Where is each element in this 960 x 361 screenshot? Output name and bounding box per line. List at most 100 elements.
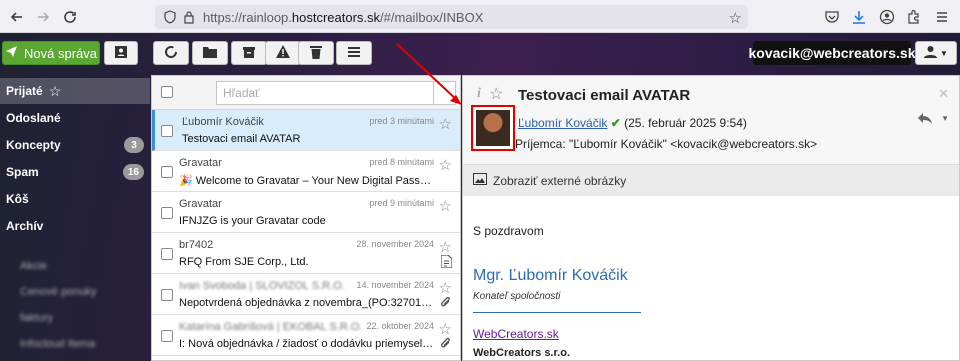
subfolder-item[interactable]: faktury: [20, 312, 53, 324]
chevron-down-icon[interactable]: ▼: [941, 114, 949, 123]
unread-count-badge: 16: [122, 164, 144, 180]
message-date: (25. február 2025 9:54): [624, 116, 747, 130]
pdf-icon: [440, 254, 453, 271]
refresh-button[interactable]: [153, 41, 189, 65]
message-checkbox[interactable]: [161, 289, 173, 301]
delete-button[interactable]: [298, 41, 334, 65]
message-from: br7402: [179, 239, 214, 251]
forward-icon[interactable]: [32, 6, 54, 28]
folder-label: Archív: [6, 219, 44, 233]
folder-icon: [203, 46, 217, 61]
search-box: [216, 81, 456, 105]
recipients-line: Príjemca: "Ľubomír Kováčik" <kovacik@web…: [515, 137, 818, 151]
message-date: 28. november 2024: [356, 239, 434, 249]
folder-sent[interactable]: Odoslané: [0, 105, 150, 131]
star-icon[interactable]: ☆: [439, 156, 452, 174]
warning-icon: [276, 45, 290, 61]
attachment-icon: [440, 337, 452, 353]
message-subject: Nepotvrdená objednávka z novembra_(PO:32…: [179, 297, 437, 309]
message-checkbox[interactable]: [161, 330, 173, 342]
compose-button[interactable]: Nová správa: [2, 41, 100, 65]
archive-button[interactable]: [231, 41, 267, 65]
message-list-header: [152, 76, 460, 110]
message-reader: i ☆ Testovaci email AVATAR ✕ Ľubomír Kov…: [462, 75, 960, 361]
subfolder-item[interactable]: Cenové ponuky: [20, 286, 96, 298]
message-row[interactable]: Katarína Gabrišová | EKOBAL S.R.O. 22. o…: [152, 315, 460, 356]
bookmark-star-icon[interactable]: ☆: [729, 9, 742, 27]
message-from: Ľubomír Kováčik: [182, 116, 264, 128]
back-icon[interactable]: [6, 6, 28, 28]
message-row[interactable]: Ľubomír Kováčik pred 3 minútami Testovac…: [152, 110, 460, 151]
message-list: Ľubomír Kováčik pred 3 minútami Testovac…: [151, 75, 461, 361]
subfolder-item[interactable]: Akcie: [20, 260, 47, 272]
message-row[interactable]: Gravatar pred 9 minútami IFNJZG is your …: [152, 192, 460, 233]
account-icon[interactable]: [877, 7, 897, 27]
contacts-button[interactable]: [104, 41, 138, 65]
verified-check-icon: ✔: [610, 116, 621, 130]
sender-name-link[interactable]: Ľubomír Kováčik: [518, 116, 607, 130]
signature-company: WebCreators s.r.o.: [473, 347, 570, 359]
folder-spam[interactable]: Spam 16: [0, 159, 150, 185]
message-checkbox[interactable]: [161, 125, 173, 137]
folder-label: Kôš: [6, 192, 29, 206]
folder-archive[interactable]: Archív: [0, 213, 150, 239]
message-date: pred 8 minútami: [369, 157, 434, 167]
sender-line: Ľubomír Kováčik ✔ (25. február 2025 9:54…: [518, 116, 747, 130]
signature-role: Konateľ spoločnosti: [473, 291, 561, 302]
star-icon[interactable]: ☆: [439, 279, 452, 297]
more-button[interactable]: [336, 41, 372, 65]
search-options-button[interactable]: [433, 82, 455, 104]
close-icon[interactable]: ✕: [938, 86, 949, 102]
star-icon[interactable]: ☆: [439, 320, 452, 338]
message-subject: I: Nová objednávka / žiadosť o dodávku p…: [179, 338, 437, 350]
star-icon[interactable]: ☆: [49, 83, 62, 100]
lock-icon[interactable]: [183, 10, 195, 27]
select-all-checkbox[interactable]: [161, 86, 173, 98]
folder-drafts[interactable]: Koncepty 3: [0, 132, 150, 158]
account-email[interactable]: kovacik@webcreators.sk: [749, 41, 915, 65]
rainloop-app: Nová správa kovacik@webcreators.sk ▼ Pri…: [0, 33, 960, 361]
message-from: Katarína Gabrišová | EKOBAL S.R.O.: [179, 321, 363, 333]
move-button[interactable]: [192, 41, 228, 65]
message-subject: RFQ From SJE Corp., Ltd.: [179, 256, 309, 268]
pocket-icon[interactable]: [822, 7, 842, 27]
menu-icon[interactable]: [932, 7, 952, 27]
message-row[interactable]: Gravatar pred 8 minútami 🎉 Welcome to Gr…: [152, 151, 460, 192]
message-date: 14. november 2024: [356, 280, 434, 290]
extensions-icon[interactable]: [904, 7, 924, 27]
subfolder-item[interactable]: Infocloud Itema: [20, 338, 95, 350]
message-subject: IFNJZG is your Gravatar code: [179, 215, 326, 227]
message-checkbox[interactable]: [161, 166, 173, 178]
star-icon[interactable]: ☆: [439, 238, 452, 256]
reload-icon[interactable]: [59, 6, 81, 28]
image-icon: [473, 173, 487, 188]
avatar: [476, 110, 510, 146]
star-icon[interactable]: ☆: [439, 115, 452, 133]
chevron-down-icon: ▼: [940, 48, 948, 58]
info-icon[interactable]: i: [477, 86, 481, 102]
show-external-images-bar[interactable]: Zobraziť externé obrázky: [463, 164, 959, 196]
folder-label: Prijaté: [6, 84, 43, 98]
folder-inbox[interactable]: Prijaté ☆: [0, 78, 150, 104]
message-subject: Testovaci email AVATAR: [182, 133, 301, 145]
message-checkbox[interactable]: [161, 207, 173, 219]
folder-trash[interactable]: Kôš: [0, 186, 150, 212]
shield-icon[interactable]: [163, 10, 177, 27]
trash-icon: [310, 45, 322, 62]
message-checkbox[interactable]: [161, 248, 173, 260]
signature-website-link[interactable]: WebCreators.sk: [473, 327, 559, 341]
signature-name: Mgr. Ľubomír Kováčik: [473, 267, 628, 284]
message-row[interactable]: br7402 28. november 2024 RFQ From SJE Co…: [152, 233, 460, 274]
message-subject: 🎉 Welcome to Gravatar – Your New Digital…: [179, 175, 437, 187]
message-row[interactable]: Ivan Svoboda | SLOVIZOL S.R.O. 14. novem…: [152, 274, 460, 315]
star-icon[interactable]: ☆: [489, 84, 503, 104]
user-menu-button[interactable]: ▼: [915, 41, 957, 65]
spam-button[interactable]: [265, 41, 301, 65]
search-input[interactable]: [217, 82, 427, 104]
message-header: i ☆ Testovaci email AVATAR ✕ Ľubomír Kov…: [463, 76, 959, 196]
address-bar[interactable]: https://rainloop.hostcreators.sk/#/mailb…: [155, 5, 748, 29]
star-icon[interactable]: ☆: [439, 197, 452, 215]
download-icon[interactable]: [849, 7, 869, 27]
message-from: Gravatar: [179, 157, 222, 169]
reply-icon[interactable]: [917, 112, 933, 128]
